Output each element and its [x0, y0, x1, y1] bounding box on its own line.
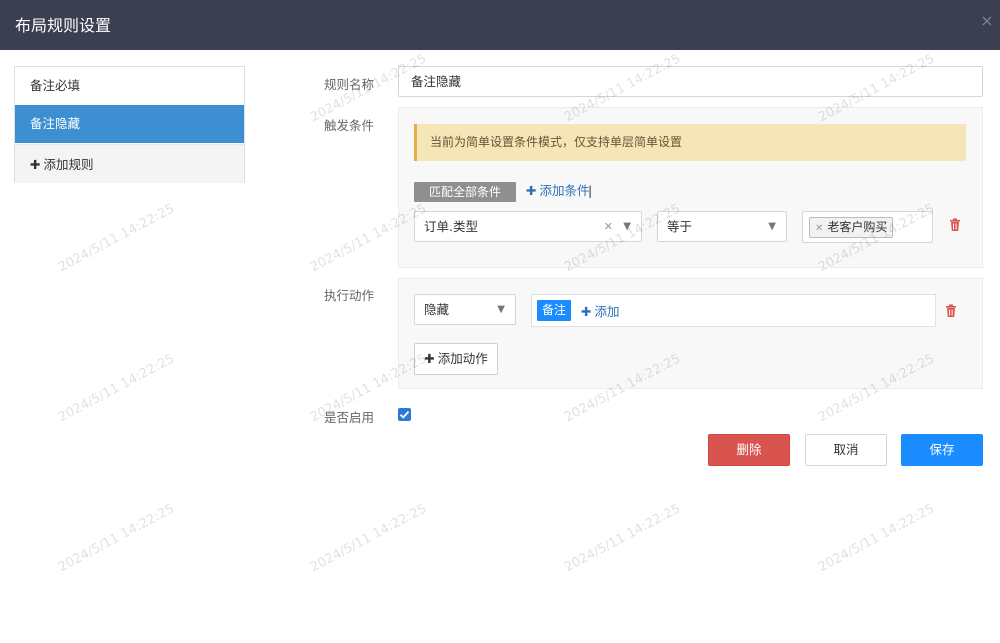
value-chip-label: 老客户购买: [827, 220, 888, 234]
watermark: 2024/5/11 14:22:25: [56, 201, 178, 276]
delete-button[interactable]: 删除: [708, 434, 790, 466]
plus-icon: ✚: [424, 351, 435, 366]
check-icon: [399, 410, 410, 419]
chevron-down-icon: ▼: [497, 304, 505, 315]
plus-icon: ✚: [526, 183, 537, 198]
condition-operator-select[interactable]: 等于 ▼: [657, 211, 787, 242]
add-condition-link[interactable]: ✚ 添加条件: [526, 182, 590, 200]
save-button[interactable]: 保存: [901, 434, 983, 466]
condition-field-value: 订单.类型: [424, 219, 478, 234]
enabled-label: 是否启用: [323, 410, 374, 425]
action-type-value: 隐藏: [424, 302, 450, 317]
trigger-label: 触发条件: [323, 118, 374, 133]
remark-field-tag[interactable]: 备注: [537, 300, 572, 321]
action-label: 执行动作: [323, 288, 374, 303]
trash-icon[interactable]: [948, 218, 962, 232]
add-field-label: 添加: [594, 304, 620, 319]
chevron-down-icon: ▼: [768, 221, 776, 232]
rule-name-label: 规则名称: [323, 77, 374, 92]
mode-notice: 当前为简单设置条件模式，仅支持单层简单设置: [414, 124, 966, 161]
trash-icon[interactable]: [944, 304, 958, 318]
condition-operator-value: 等于: [667, 219, 693, 234]
cancel-button[interactable]: 取消: [805, 434, 887, 466]
chevron-down-icon: ▼: [623, 221, 631, 232]
add-action-button[interactable]: ✚ 添加动作: [414, 343, 498, 375]
add-condition-label: 添加条件: [539, 183, 590, 198]
rule-item-remark-required[interactable]: 备注必填: [15, 67, 244, 105]
dialog-title: 布局规则设置: [15, 16, 112, 35]
add-action-label: 添加动作: [437, 351, 488, 366]
plus-icon: ✚: [581, 304, 592, 319]
condition-field-select[interactable]: 订单.类型 ✕ ▼: [414, 211, 642, 242]
enabled-checkbox[interactable]: [398, 408, 411, 421]
rule-list: 备注必填 备注隐藏 ✚ 添加规则: [14, 66, 245, 183]
condition-value-multiselect[interactable]: ✕ 老客户购买: [802, 211, 933, 243]
watermark: 2024/5/11 14:22:25: [562, 501, 684, 576]
watermark: 2024/5/11 14:22:25: [56, 351, 178, 426]
watermark: 2024/5/11 14:22:25: [308, 501, 430, 576]
action-type-select[interactable]: 隐藏 ▼: [414, 294, 516, 325]
add-rule-button[interactable]: ✚ 添加规则: [15, 144, 244, 183]
plus-icon: ✚: [30, 157, 41, 172]
close-icon[interactable]: ×: [980, 12, 994, 30]
add-rule-label: 添加规则: [43, 157, 94, 172]
rule-name-input[interactable]: 备注隐藏: [398, 66, 983, 97]
clear-icon[interactable]: ✕: [604, 212, 613, 241]
separator: |: [588, 183, 593, 198]
dialog-header: 布局规则设置 ×: [0, 0, 1000, 50]
watermark: 2024/5/11 14:22:25: [816, 501, 938, 576]
rule-item-remark-hidden[interactable]: 备注隐藏: [15, 105, 244, 143]
remove-chip-icon[interactable]: ✕: [815, 223, 823, 234]
match-all-tag[interactable]: 匹配全部条件: [414, 182, 516, 202]
watermark: 2024/5/11 14:22:25: [56, 501, 178, 576]
add-field-link[interactable]: ✚ 添加: [581, 303, 620, 321]
value-chip[interactable]: ✕ 老客户购买: [809, 217, 894, 238]
